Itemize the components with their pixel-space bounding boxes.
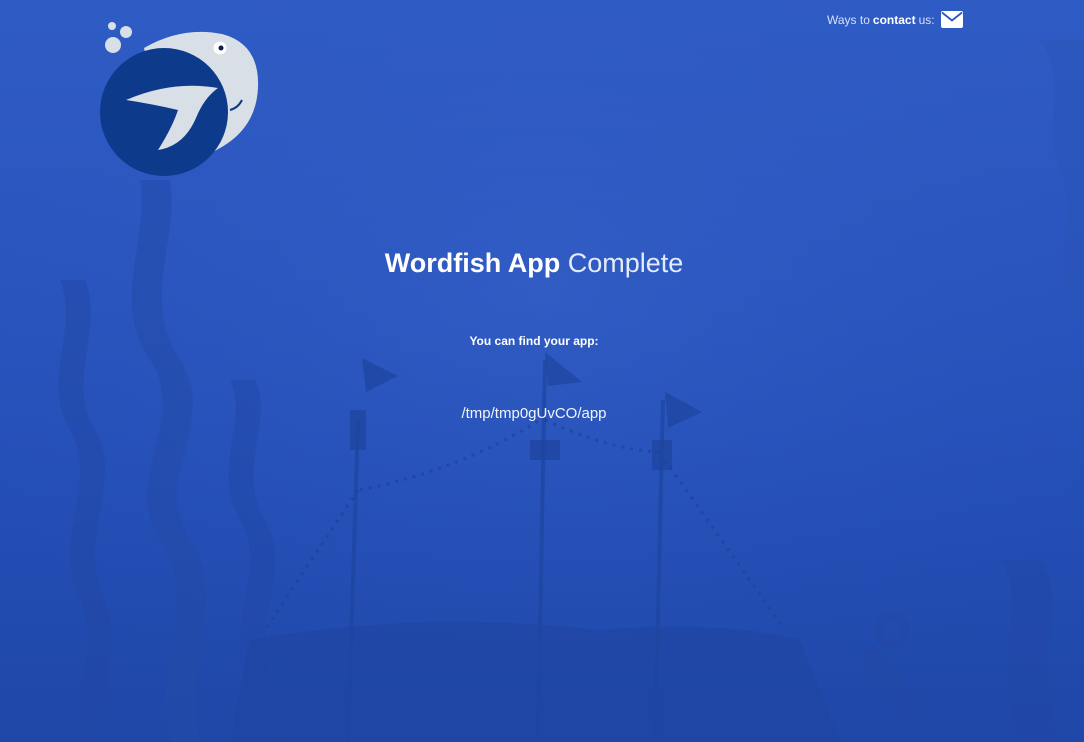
- title-bold: Wordfish App: [384, 248, 561, 278]
- app-path: /tmp/tmp0gUvCO/app: [461, 405, 607, 422]
- contact-prefix: Ways to: [827, 12, 870, 27]
- wordfish-logo-icon: [100, 22, 259, 176]
- wordfish-logo[interactable]: [92, 18, 264, 178]
- contact-suffix: us:: [918, 12, 935, 27]
- page-title: Wordfish App Complete: [0, 244, 1068, 282]
- contact-link[interactable]: Ways to contact us:: [827, 11, 963, 28]
- envelope-icon[interactable]: [940, 11, 963, 28]
- title-light: Complete: [567, 248, 684, 278]
- contact-strong[interactable]: contact: [873, 13, 916, 27]
- subtitle: You can find your app:: [469, 334, 599, 348]
